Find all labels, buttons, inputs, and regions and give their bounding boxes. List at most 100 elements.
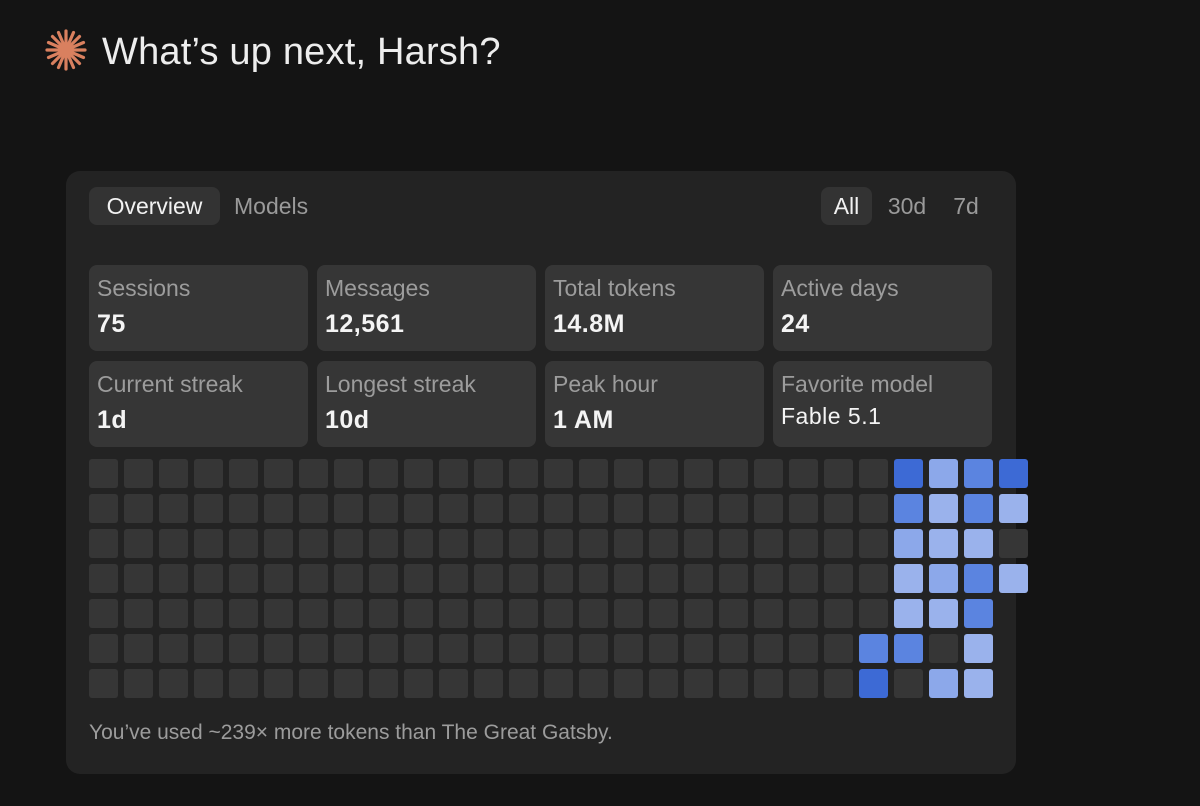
greeting-title: What’s up next, Harsh?: [102, 30, 501, 73]
activity-heatmap: [89, 459, 1028, 700]
heatmap-cell: [684, 459, 713, 488]
heatmap-cell: [649, 459, 678, 488]
heatmap-cell: [894, 494, 923, 523]
heatmap-cell: [334, 459, 363, 488]
heatmap-cell: [369, 494, 398, 523]
heatmap-cell: [439, 564, 468, 593]
heatmap-cell: [929, 494, 958, 523]
heatmap-cell: [754, 599, 783, 628]
heatmap-cell: [964, 599, 993, 628]
heatmap-cell: [229, 634, 258, 663]
heatmap-cell: [89, 599, 118, 628]
heatmap-cell: [334, 599, 363, 628]
heatmap-cell: [929, 634, 958, 663]
stat-active-days: Active days 24: [773, 265, 992, 351]
heatmap-cell: [929, 459, 958, 488]
heatmap-cell: [439, 459, 468, 488]
heatmap-cell: [264, 634, 293, 663]
heatmap-cell: [614, 459, 643, 488]
heatmap-cell: [124, 529, 153, 558]
heatmap-cell: [439, 669, 468, 698]
heatmap-cell: [124, 494, 153, 523]
heatmap-cell: [159, 459, 188, 488]
heatmap-cell: [229, 459, 258, 488]
heatmap-cell: [474, 494, 503, 523]
heatmap-cell: [719, 599, 748, 628]
heatmap-cell: [194, 599, 223, 628]
heatmap-cell: [614, 529, 643, 558]
heatmap-cell: [159, 599, 188, 628]
heatmap-cell: [649, 564, 678, 593]
heatmap-cell: [579, 564, 608, 593]
heatmap-cell: [859, 459, 888, 488]
heatmap-cell: [719, 529, 748, 558]
heatmap-cell: [369, 459, 398, 488]
sparkle-icon: [44, 28, 88, 77]
heatmap-cell: [124, 599, 153, 628]
heatmap-cell: [544, 634, 573, 663]
heatmap-cell: [579, 599, 608, 628]
heatmap-cell: [894, 529, 923, 558]
tab-overview[interactable]: Overview: [89, 187, 220, 225]
heatmap-cell: [509, 494, 538, 523]
heatmap-cell: [649, 634, 678, 663]
stat-label: Messages: [325, 275, 430, 301]
heatmap-cell: [964, 459, 993, 488]
heatmap-cell: [334, 529, 363, 558]
range-30d-button[interactable]: 30d: [880, 187, 934, 225]
heatmap-cell: [334, 494, 363, 523]
tab-models[interactable]: Models: [234, 187, 308, 225]
heatmap-cell: [194, 669, 223, 698]
heatmap-cell: [299, 459, 328, 488]
stat-label: Longest streak: [325, 371, 476, 397]
heatmap-cell: [929, 529, 958, 558]
heatmap-cell: [299, 599, 328, 628]
heatmap-cell: [789, 494, 818, 523]
heatmap-cell: [544, 669, 573, 698]
heatmap-cell: [999, 564, 1028, 593]
stat-current-streak: Current streak 1d: [89, 361, 308, 447]
heatmap-cell: [649, 529, 678, 558]
heatmap-cell: [369, 564, 398, 593]
heatmap-cell: [929, 669, 958, 698]
heatmap-cell: [229, 529, 258, 558]
heatmap-cell: [859, 564, 888, 593]
heatmap-cell: [719, 494, 748, 523]
heatmap-cell: [789, 599, 818, 628]
heatmap-cell: [264, 599, 293, 628]
stat-total-tokens: Total tokens 14.8M: [545, 265, 764, 351]
heatmap-cell: [89, 494, 118, 523]
heatmap-cell: [894, 634, 923, 663]
heatmap-cell: [89, 529, 118, 558]
range-7d-button[interactable]: 7d: [943, 187, 989, 225]
heatmap-cell: [474, 529, 503, 558]
heatmap-cell: [964, 494, 993, 523]
stat-favorite-model: Favorite model Fable 5.1: [773, 361, 992, 447]
heatmap-cell: [719, 669, 748, 698]
heatmap-cell: [579, 494, 608, 523]
heatmap-cell: [229, 564, 258, 593]
heatmap-cell: [404, 494, 433, 523]
heatmap-cell: [369, 599, 398, 628]
heatmap-cell: [859, 669, 888, 698]
heatmap-cell: [369, 669, 398, 698]
heatmap-cell: [474, 599, 503, 628]
heatmap-cell: [439, 494, 468, 523]
heatmap-cell: [194, 459, 223, 488]
heatmap-cell: [404, 564, 433, 593]
range-all-button[interactable]: All: [821, 187, 872, 225]
heatmap-cell: [334, 634, 363, 663]
heatmap-cell: [159, 669, 188, 698]
stat-label: Favorite model: [781, 371, 934, 397]
heatmap-cell: [824, 634, 853, 663]
heatmap-cell: [964, 669, 993, 698]
stat-messages: Messages 12,561: [317, 265, 536, 351]
heatmap-cell: [824, 494, 853, 523]
heatmap-cell: [194, 634, 223, 663]
heatmap-cell: [369, 529, 398, 558]
heatmap-cell: [684, 599, 713, 628]
heatmap-cell: [299, 494, 328, 523]
heatmap-cell: [579, 459, 608, 488]
heatmap-cell: [229, 494, 258, 523]
heatmap-cell: [439, 634, 468, 663]
